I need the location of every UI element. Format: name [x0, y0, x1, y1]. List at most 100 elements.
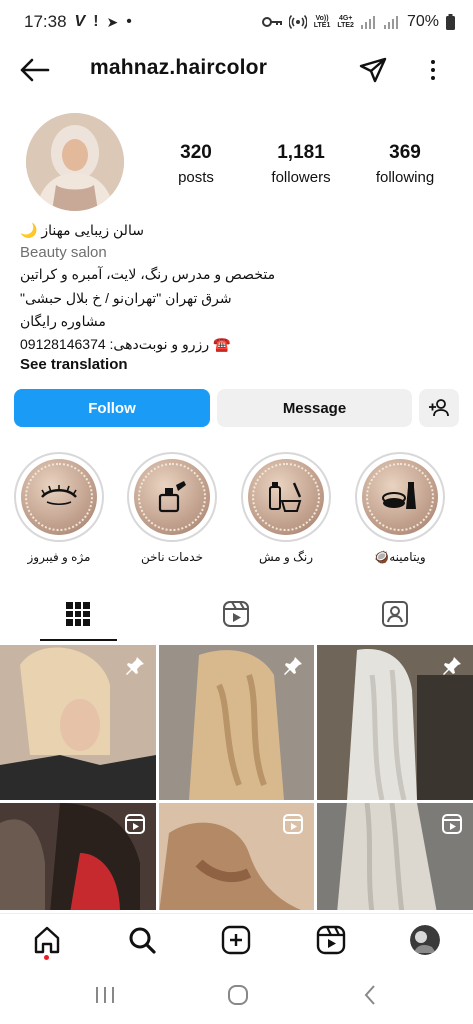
posts-grid [0, 645, 473, 910]
profile-name: سالن زیبایی مهناز 🌙 [20, 222, 144, 238]
sim1-indicator: Vo)) LTE1 [314, 15, 331, 29]
notification-alert-icon: ! [93, 13, 99, 30]
active-tab-indicator [40, 639, 117, 641]
posts-label: posts [178, 169, 214, 186]
reel-badge-icon [442, 814, 462, 834]
eyelash-icon [41, 485, 77, 506]
profile-avatar[interactable] [26, 113, 124, 211]
highlight-eyelash[interactable]: مژه و فیبروز [14, 452, 104, 564]
bottom-navigation [0, 913, 473, 965]
highlight-ring [355, 452, 445, 542]
posts-stat[interactable]: 320 posts [168, 142, 224, 186]
profile-tabs [0, 590, 473, 642]
following-label: following [375, 169, 435, 186]
status-bar: 17:38 V ! ➤ • Vo)) LTE1 4G+ LTE2 70% [0, 0, 473, 44]
profile-username: mahnaz.haircolor [90, 56, 268, 79]
key-icon [261, 17, 282, 27]
highlight-label: رنگ و مش [258, 550, 314, 564]
notification-v-icon: V [74, 13, 86, 30]
reel-badge-icon [125, 814, 145, 834]
telegram-icon: ➤ [106, 13, 119, 30]
post-thumbnail[interactable] [0, 803, 156, 910]
nail-polish-icon [158, 481, 186, 513]
dot [431, 68, 435, 72]
back-button[interactable] [18, 57, 50, 83]
followers-count: 1,181 [277, 142, 325, 163]
lte1-label: LTE1 [313, 22, 331, 29]
nav-home[interactable] [32, 925, 62, 955]
message-button[interactable]: Message [217, 389, 412, 427]
tab-tagged[interactable] [381, 600, 411, 630]
bio-line-2: شرق تهران "تهران‌نو / خ بلال حبشی" [20, 290, 232, 306]
notification-dot [44, 955, 49, 960]
highlight-hair-color[interactable]: رنگ و مش [241, 452, 331, 564]
tab-posts-grid[interactable] [64, 600, 94, 630]
highlight-cover [134, 459, 210, 535]
following-stat[interactable]: 369 following [369, 142, 441, 186]
highlight-label: مژه و فیبروز [27, 550, 91, 564]
highlight-cover [362, 459, 438, 535]
bio-line-3: مشاوره رایگان [20, 313, 106, 329]
post-thumbnail[interactable] [159, 803, 314, 910]
more-options-button[interactable] [422, 56, 444, 84]
signal-icon [360, 16, 375, 29]
pin-icon [443, 657, 461, 675]
paper-plane-icon [359, 57, 387, 83]
search-icon [129, 927, 156, 954]
hotspot-icon [288, 14, 307, 30]
highlight-cover [248, 459, 324, 535]
follow-button[interactable]: Follow [14, 389, 210, 427]
back-nav-button[interactable] [362, 984, 378, 1011]
recent-apps-button[interactable] [94, 985, 116, 1010]
bio-line-1: متخصص و مدرس رنگ، لایت، آمبره و کراتین [20, 266, 276, 282]
highlight-ring [127, 452, 217, 542]
home-button[interactable] [227, 984, 249, 1011]
profile-category[interactable]: Beauty salon [20, 244, 107, 261]
status-left: 17:38 V ! ➤ • [24, 12, 132, 32]
user-avatar [410, 925, 440, 955]
chevron-left-icon [364, 985, 375, 1005]
highlight-vitamin[interactable]: ویتامینه🥥 [355, 452, 445, 564]
suggested-users-button[interactable] [419, 389, 459, 427]
highlight-nails[interactable]: خدمات ناخن [127, 452, 217, 564]
highlight-ring [14, 452, 104, 542]
lte2-label: LTE2 [337, 22, 354, 29]
hair-dye-icon [269, 482, 302, 512]
nav-profile[interactable] [410, 925, 440, 955]
tagged-icon [382, 601, 408, 627]
highlight-cover [21, 459, 97, 535]
more-notifications-icon: • [126, 13, 132, 30]
nav-create[interactable] [221, 925, 251, 955]
bio-line-4: ☎️ رزرو و نوبت‌دهی: 09128146374 [20, 336, 231, 352]
pin-icon [284, 657, 302, 675]
post-thumbnail[interactable] [159, 645, 314, 800]
home-icon [34, 926, 60, 954]
posts-count: 320 [180, 142, 212, 163]
profile-header: mahnaz.haircolor [0, 44, 473, 96]
post-thumbnail[interactable] [317, 803, 473, 910]
following-count: 369 [389, 142, 421, 163]
system-navigation-bar [0, 966, 473, 1024]
highlight-label: خدمات ناخن [141, 550, 203, 564]
sim2-indicator: 4G+ LTE2 [337, 15, 354, 29]
nav-search[interactable] [127, 925, 157, 955]
battery-icon [446, 14, 455, 30]
tab-reels[interactable] [222, 600, 252, 630]
dot [431, 76, 435, 80]
share-button[interactable] [358, 55, 388, 85]
post-thumbnail[interactable] [317, 645, 473, 800]
avatar-photo [26, 113, 124, 211]
reel-badge-icon [283, 814, 303, 834]
post-thumbnail[interactable] [0, 645, 156, 800]
reels-icon [223, 601, 249, 627]
arrow-left-icon [20, 58, 50, 82]
4g-label: 4G+ [338, 15, 353, 22]
followers-stat[interactable]: 1,181 followers [262, 142, 340, 186]
recent-apps-icon [96, 987, 114, 1003]
status-right: Vo)) LTE1 4G+ LTE2 70% [261, 13, 455, 31]
followers-label: followers [271, 169, 331, 186]
battery-percent: 70% [406, 13, 439, 30]
see-translation-link[interactable]: See translation [20, 356, 128, 373]
signal-2-icon [383, 16, 398, 29]
nav-reels[interactable] [316, 925, 346, 955]
